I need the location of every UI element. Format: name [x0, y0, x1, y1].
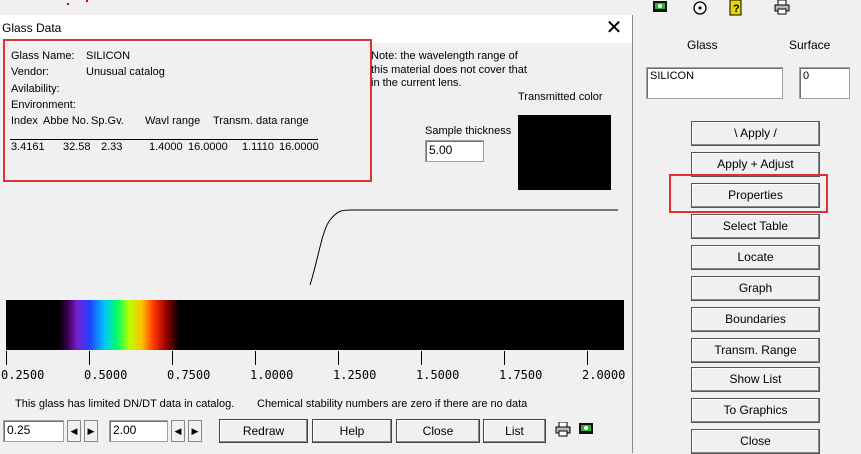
show-list-button[interactable]: Show List [691, 367, 820, 392]
panel-close-button[interactable]: Close [691, 429, 820, 454]
monitor-icon[interactable] [652, 0, 668, 16]
axis-tick-label: 2.0000 [582, 368, 626, 382]
axis-tick [89, 351, 90, 365]
monitor-icon[interactable] [578, 422, 594, 439]
surface-label: Surface [789, 38, 831, 52]
axis-tick [587, 351, 588, 365]
axis-tick [6, 351, 7, 365]
axis-tick-label: 1.2500 [333, 368, 377, 382]
list-button[interactable]: List [483, 419, 546, 443]
range-max-input[interactable]: 2.00 [109, 420, 168, 442]
axis-tick-label: 1.5000 [416, 368, 460, 382]
axis-tick [338, 351, 339, 365]
transm-range-button[interactable]: Transm. Range [691, 338, 820, 363]
to-graphics-button[interactable]: To Graphics [691, 398, 820, 423]
target-icon[interactable] [692, 0, 708, 16]
range-min-input[interactable]: 0.25 [3, 420, 64, 442]
close-button[interactable]: Close [396, 419, 480, 443]
select-table-button[interactable]: Select Table [691, 214, 820, 239]
axis-tick-label: 1.0000 [250, 368, 294, 382]
redraw-button[interactable]: Redraw [219, 419, 308, 443]
glass-label: Glass [687, 38, 718, 52]
apply-button[interactable]: \ Apply / [691, 121, 820, 146]
axis-tick [172, 351, 173, 365]
axis-tick-label: 0.7500 [167, 368, 211, 382]
axis-tick [255, 351, 256, 365]
graph-button[interactable]: Graph [691, 276, 820, 301]
transmission-curve [309, 209, 618, 286]
stability-note: Chemical stability numbers are zero if t… [257, 398, 528, 410]
glass-data-dialog: Glass Data ✕ Glass Name: SILICON Vendor:… [0, 15, 633, 453]
glass-name-field[interactable]: SILICON [646, 67, 783, 99]
background-artifact [67, 3, 69, 5]
help-button[interactable]: Help [312, 419, 392, 443]
range-min-decrement[interactable]: ◀ [67, 420, 81, 442]
printer-icon[interactable] [555, 421, 571, 440]
dndt-note: This glass has limited DN/DT data in cat… [15, 398, 235, 410]
help-book-icon[interactable]: ? [729, 0, 745, 16]
range-min-increment[interactable]: ▶ [84, 420, 98, 442]
axis-tick-label: 0.2500 [1, 368, 45, 382]
surface-field[interactable]: 0 [799, 67, 850, 99]
axis-tick-label: 0.5000 [84, 368, 128, 382]
range-max-increment[interactable]: ▶ [188, 420, 202, 442]
boundaries-button[interactable]: Boundaries [691, 307, 820, 332]
properties-highlight [669, 174, 828, 213]
axis-tick [504, 351, 505, 365]
axis-tick [421, 351, 422, 365]
range-max-decrement[interactable]: ◀ [171, 420, 185, 442]
svg-text:?: ? [733, 3, 740, 15]
spectrum-bar [6, 300, 624, 350]
locate-button[interactable]: Locate [691, 245, 820, 270]
background-artifact [86, 0, 88, 2]
axis-tick-label: 1.7500 [499, 368, 543, 382]
printer-icon[interactable] [774, 0, 790, 16]
